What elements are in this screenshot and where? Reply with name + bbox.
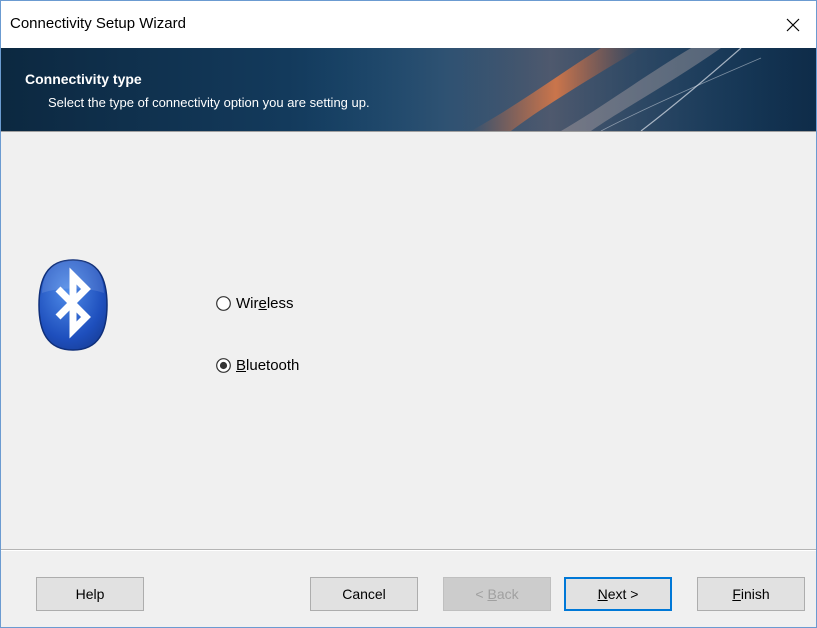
bluetooth-icon (38, 259, 108, 351)
finish-button[interactable]: Finish (697, 577, 805, 611)
wizard-window: Connectivity Setup Wizard Connectivity t… (0, 0, 817, 628)
finish-button-label: Finish (732, 586, 770, 602)
next-button[interactable]: Next > (564, 577, 672, 611)
close-icon (786, 18, 800, 31)
radio-label: Bluetooth (236, 357, 300, 374)
window-title: Connectivity Setup Wizard (10, 15, 186, 32)
close-button[interactable] (770, 1, 816, 48)
title-bar: Connectivity Setup Wizard (1, 1, 816, 48)
radio-option-bluetooth[interactable]: Bluetooth (216, 357, 299, 374)
help-button[interactable]: Help (36, 577, 144, 611)
page-heading: Connectivity type (25, 71, 142, 87)
page-description: Select the type of connectivity option y… (48, 95, 370, 110)
radio-button-selected[interactable] (216, 358, 231, 373)
cancel-button-label: Cancel (342, 586, 386, 602)
back-button[interactable]: < Back (443, 577, 551, 611)
back-button-label: < Back (475, 586, 519, 602)
next-button-label: Next > (597, 586, 639, 602)
banner-divider (1, 131, 816, 132)
header-banner: Connectivity type Select the type of con… (1, 48, 816, 131)
radio-label: Wireless (236, 295, 294, 312)
cancel-button[interactable]: Cancel (310, 577, 418, 611)
radio-button[interactable] (216, 296, 231, 311)
banner-swoosh-graphic (301, 48, 801, 131)
footer-divider-highlight (1, 550, 816, 551)
help-button-label: Help (75, 586, 105, 602)
radio-option-wireless[interactable]: Wireless (216, 295, 294, 312)
